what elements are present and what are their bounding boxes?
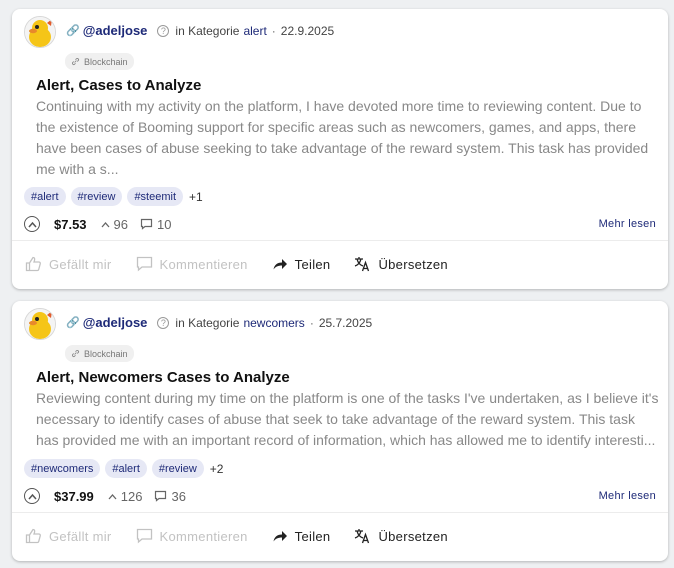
comment-bubble-icon: [136, 528, 152, 544]
tag-chip[interactable]: #newcomers: [24, 459, 101, 478]
tag-chip[interactable]: #review: [70, 187, 123, 206]
thumbs-up-icon: [25, 256, 41, 272]
thumbs-up-icon: [25, 528, 41, 544]
payout-value[interactable]: $7.53: [54, 217, 87, 232]
like-label: Gefällt mir: [49, 528, 112, 544]
share-arrow-icon: [273, 259, 287, 270]
post-stats: $7.53 96 10 Mehr lesen: [24, 216, 656, 232]
category-prefix: in Kategorie: [175, 23, 240, 38]
post-actions: Gefällt mir Kommentieren Teilen Übersetz…: [25, 256, 472, 272]
comment-count[interactable]: 10: [140, 217, 171, 232]
like-button[interactable]: Gefällt mir: [25, 528, 112, 544]
comment-count-label: 36: [171, 488, 186, 504]
separator-dot: ·: [271, 23, 276, 38]
divider: [12, 512, 668, 513]
post-excerpt[interactable]: Continuing with my activity on the platf…: [36, 96, 661, 180]
comment-button[interactable]: Kommentieren: [136, 528, 248, 544]
link-icon: 🔗: [66, 317, 80, 329]
tag-list: #alert #review #steemit +1: [24, 187, 203, 206]
comment-count-label: 10: [157, 216, 172, 232]
help-circle-icon[interactable]: ?: [157, 316, 170, 329]
community-badge[interactable]: Blockchain: [65, 53, 134, 70]
post-actions: Gefällt mir Kommentieren Teilen Übersetz…: [25, 528, 472, 544]
comment-count[interactable]: 36: [154, 488, 186, 504]
post-title[interactable]: Alert, Cases to Analyze: [36, 77, 201, 94]
share-button[interactable]: Teilen: [272, 529, 331, 544]
upvote-circle-icon[interactable]: [24, 488, 40, 504]
tag-chip[interactable]: #review: [151, 459, 204, 478]
duck-avatar-image: [25, 309, 55, 339]
share-button[interactable]: Teilen: [272, 257, 331, 272]
tag-chip[interactable]: #alert: [105, 459, 147, 478]
duck-avatar-image: [25, 17, 55, 47]
category-link[interactable]: newcomers: [243, 316, 304, 330]
divider: [12, 240, 668, 241]
post-excerpt[interactable]: Reviewing content during my time on the …: [36, 388, 661, 451]
community-badge[interactable]: Blockchain: [65, 345, 134, 362]
vote-count-label: 96: [113, 216, 129, 232]
more-tags-count[interactable]: +2: [210, 462, 224, 476]
avatar[interactable]: [24, 16, 56, 48]
post-date: 25.7.2025: [318, 315, 373, 330]
tag-chip[interactable]: #steemit: [127, 187, 184, 206]
post-card: 🔗 @adeljose ? in Kategorie newcomers · 2…: [12, 301, 668, 561]
post-title[interactable]: Alert, Newcomers Cases to Analyze: [36, 369, 290, 386]
category-link[interactable]: alert: [243, 24, 266, 38]
tag-list: #newcomers #alert #review +2: [24, 459, 223, 478]
translate-button[interactable]: Übersetzen: [354, 528, 448, 544]
caret-up-icon: [108, 493, 117, 499]
vote-count[interactable]: 126: [108, 488, 143, 504]
read-more-link[interactable]: Mehr lesen: [599, 490, 656, 502]
comment-button[interactable]: Kommentieren: [136, 256, 248, 272]
post-card: 🔗 @adeljose ? in Kategorie alert · 22.9.…: [12, 9, 668, 289]
share-label: Teilen: [294, 256, 331, 272]
payout-value[interactable]: $37.99: [54, 489, 94, 504]
comment-icon: [140, 218, 153, 230]
community-label: Blockchain: [84, 56, 128, 67]
vote-count[interactable]: 96: [101, 217, 128, 232]
category-prefix: in Kategorie: [175, 315, 240, 330]
comment-icon: [155, 490, 167, 502]
link-icon: 🔗: [66, 25, 80, 37]
translate-icon: [355, 529, 370, 544]
help-circle-icon[interactable]: ?: [157, 24, 170, 37]
like-label: Gefällt mir: [49, 256, 112, 272]
tag-chip[interactable]: #alert: [24, 187, 66, 206]
chain-icon: [71, 349, 80, 358]
comment-label: Kommentieren: [159, 256, 248, 272]
share-label: Teilen: [294, 528, 331, 544]
translate-icon: [355, 257, 370, 272]
post-meta: 🔗 @adeljose ? in Kategorie alert · 22.9.…: [66, 23, 334, 38]
caret-up-icon: [101, 221, 110, 227]
comment-bubble-icon: [136, 256, 152, 272]
author-link[interactable]: @adeljose: [83, 315, 148, 330]
community-label: Blockchain: [84, 348, 128, 359]
chain-icon: [71, 57, 80, 66]
vote-count-label: 126: [120, 488, 143, 504]
translate-label: Übersetzen: [378, 256, 448, 272]
read-more-link[interactable]: Mehr lesen: [599, 218, 656, 230]
avatar[interactable]: [24, 308, 56, 340]
separator-dot: ·: [309, 315, 314, 330]
upvote-circle-icon[interactable]: [24, 216, 40, 232]
comment-label: Kommentieren: [159, 528, 248, 544]
author-link[interactable]: @adeljose: [83, 23, 148, 38]
post-stats: $37.99 126 36 Mehr lesen: [24, 488, 656, 504]
post-date: 22.9.2025: [280, 23, 335, 38]
post-meta: 🔗 @adeljose ? in Kategorie newcomers · 2…: [66, 315, 372, 330]
translate-label: Übersetzen: [378, 528, 448, 544]
share-arrow-icon: [273, 531, 287, 542]
translate-button[interactable]: Übersetzen: [354, 256, 448, 272]
more-tags-count[interactable]: +1: [189, 190, 203, 204]
like-button[interactable]: Gefällt mir: [25, 256, 112, 272]
